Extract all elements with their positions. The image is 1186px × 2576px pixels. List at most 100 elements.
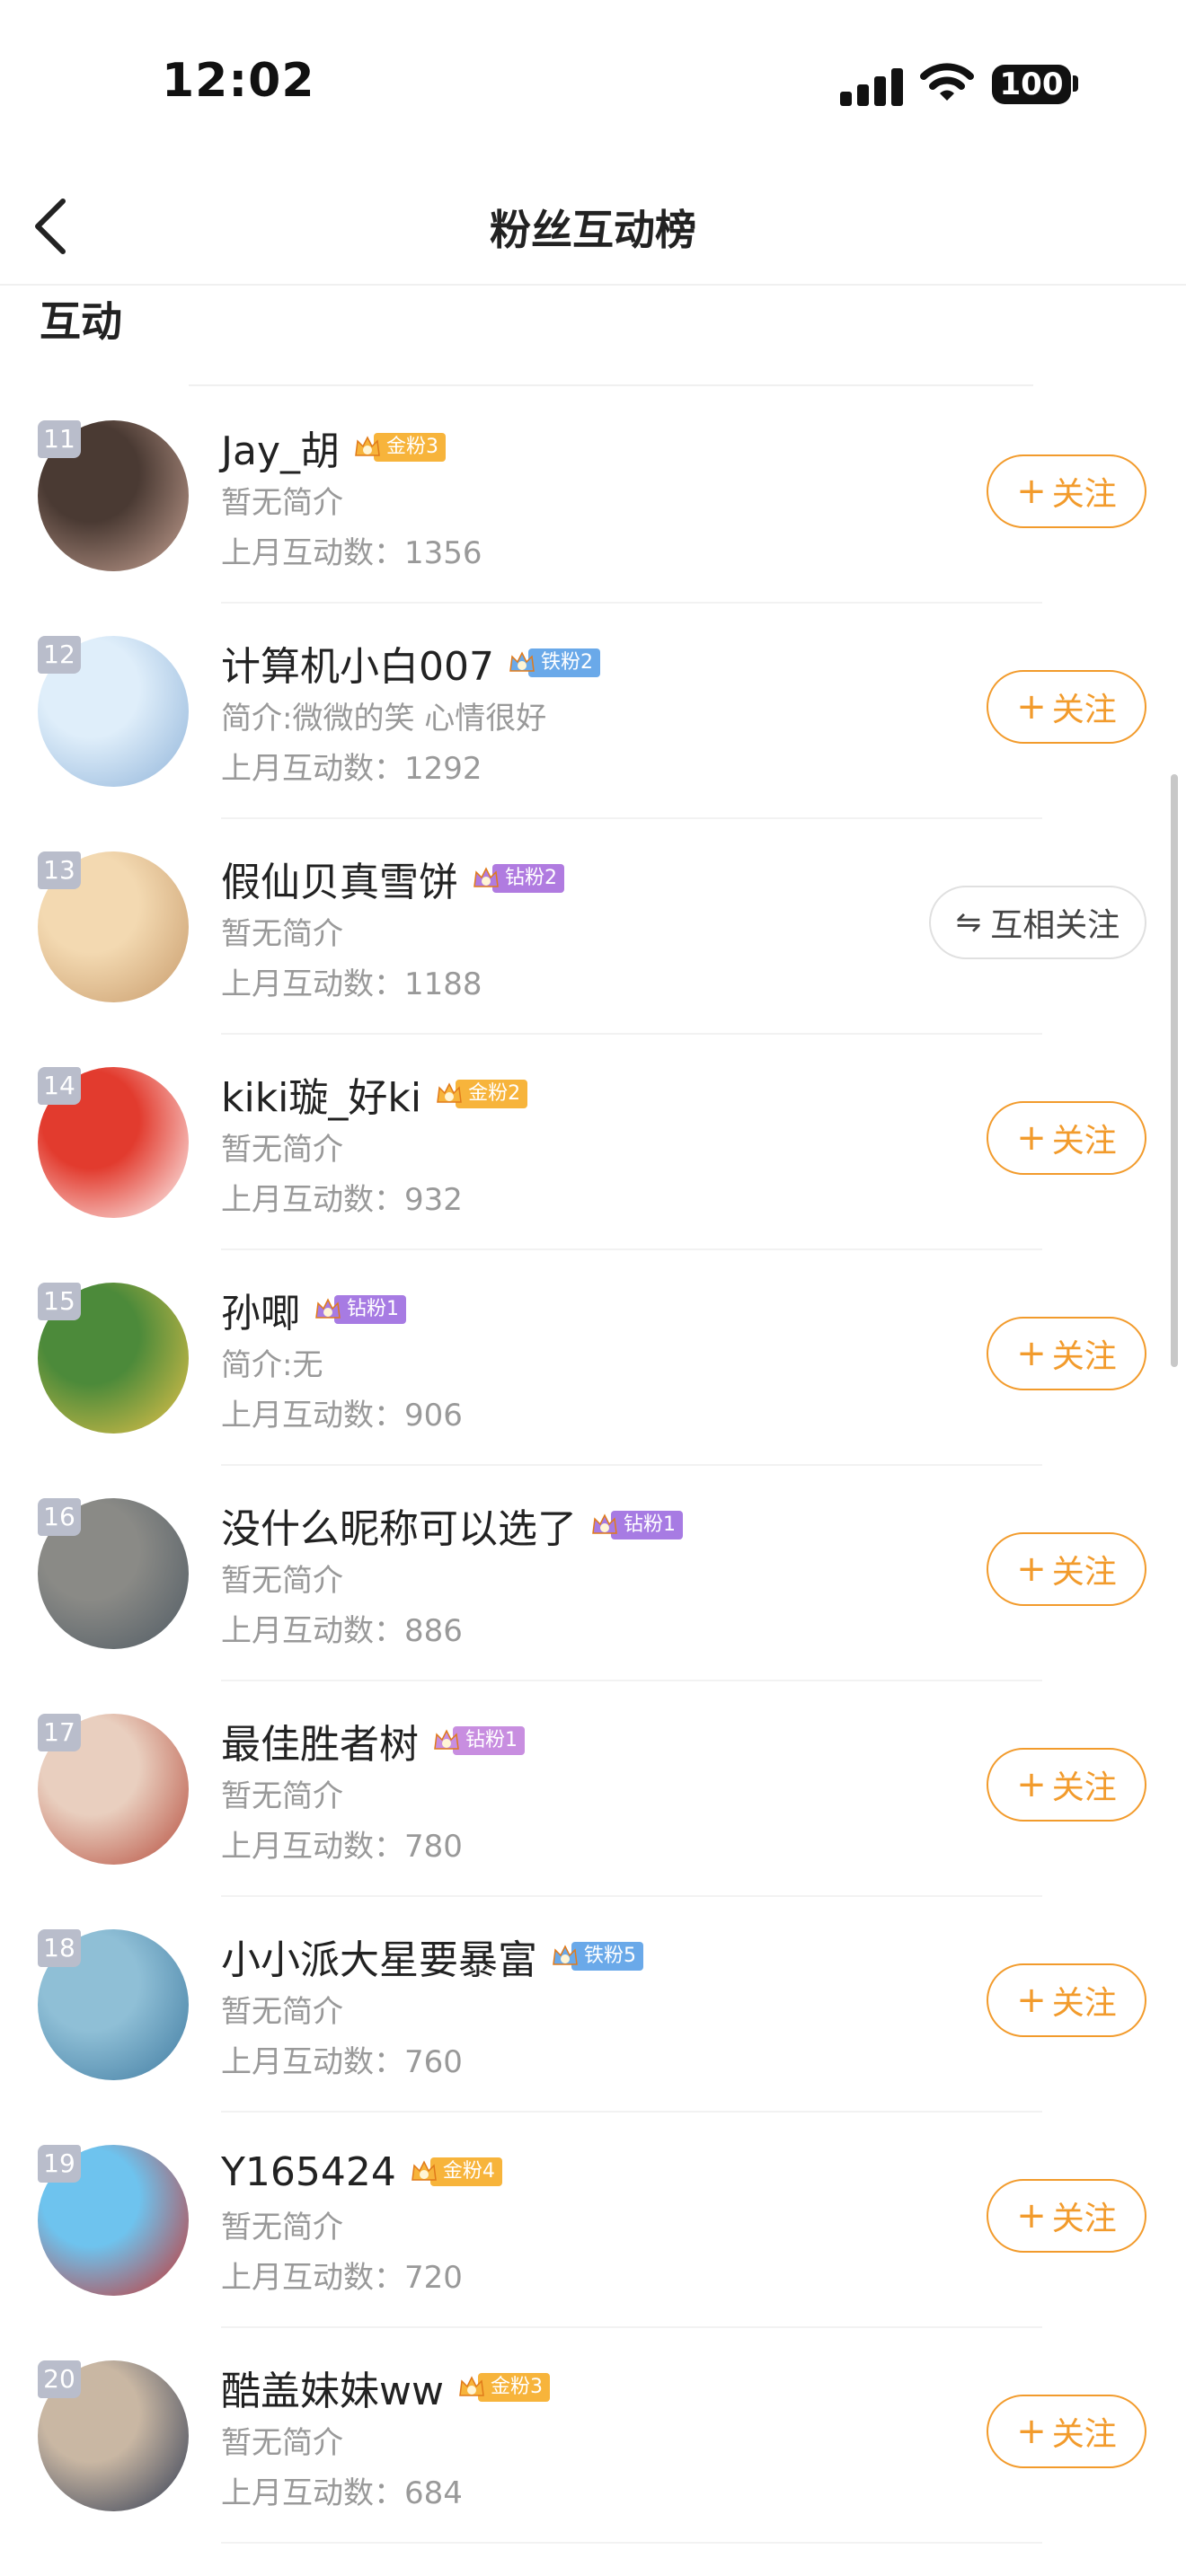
interaction-count: 上月互动数：906: [221, 1398, 463, 1434]
badge-label: 铁粉2: [527, 648, 600, 677]
follow-label: 关注: [1051, 1554, 1117, 1591]
page-title: 粉丝互动榜: [490, 206, 696, 254]
fan-name[interactable]: 假仙贝真雪饼: [221, 850, 458, 907]
fan-bio: 简介:无: [221, 1347, 323, 1383]
follow-label: 关注: [1051, 2201, 1117, 2237]
plus-icon: +: [1016, 1117, 1047, 1159]
fan-badge: 钻粉1: [589, 1507, 683, 1543]
follow-button[interactable]: + 关注: [987, 1532, 1146, 1606]
interaction-count: 上月互动数：1188: [221, 966, 482, 1002]
crown-icon: [437, 1082, 462, 1103]
crown-icon: [509, 651, 535, 672]
follow-button[interactable]: + 关注: [987, 1748, 1146, 1822]
badge-label: 钻粉2: [492, 864, 564, 893]
fan-bio: 暂无简介: [221, 2210, 343, 2245]
interaction-count: 上月互动数：684: [221, 2475, 463, 2511]
fan-bio: 暂无简介: [221, 485, 343, 521]
interaction-count: 上月互动数：1292: [221, 751, 482, 787]
follow-button[interactable]: + 关注: [987, 670, 1146, 744]
fan-name[interactable]: 酷盖妹妹ww: [221, 2359, 444, 2416]
fan-name[interactable]: Jay_胡: [221, 419, 340, 476]
rank-badge: 13: [38, 851, 81, 889]
name-line: Jay_胡 金粉3: [221, 420, 446, 474]
fan-list: 11 Jay_胡 金粉3 暂无简介 上月互动数：1356 + 关注 12 计算机小…: [0, 388, 1186, 2544]
badge-label: 钻粉1: [611, 1511, 683, 1539]
name-line: kiki璇_好ki 金粉2: [221, 1065, 528, 1123]
fan-row[interactable]: 17 最佳胜者树 钻粉1 暂无简介 上月互动数：780 + 关注: [0, 1681, 1186, 1897]
fan-badge: 金粉3: [352, 429, 446, 465]
fan-bio: 暂无简介: [221, 916, 343, 952]
plus-icon: +: [1016, 1980, 1047, 2021]
row-divider: [221, 2542, 1042, 2544]
badge-label: 铁粉5: [571, 1942, 643, 1971]
cellular-signal-icon: [840, 65, 903, 106]
mutual-follow-button[interactable]: ⇋ 互相关注: [929, 886, 1146, 959]
interaction-count: 上月互动数：780: [221, 1829, 463, 1865]
follow-label: 关注: [1051, 692, 1117, 728]
follow-button[interactable]: + 关注: [987, 454, 1146, 528]
plus-icon: +: [1016, 1333, 1047, 1374]
fan-row[interactable]: 16 没什么昵称可以选了 钻粉1 暂无简介 上月互动数：886 + 关注: [0, 1466, 1186, 1681]
fan-name[interactable]: 计算机小白007: [221, 634, 494, 692]
interaction-count: 上月互动数：932: [221, 1182, 463, 1218]
name-line: 最佳胜者树 钻粉1: [221, 1714, 525, 1768]
follow-button[interactable]: + 关注: [987, 1317, 1146, 1390]
plus-icon: +: [1016, 1548, 1047, 1590]
badge-label: 金粉4: [429, 2157, 502, 2186]
badge-label: 金粉3: [373, 433, 446, 462]
fan-badge: 铁粉5: [550, 1938, 643, 1974]
fan-row[interactable]: 18 小小派大星要暴富 铁粉5 暂无简介 上月互动数：760 + 关注: [0, 1897, 1186, 2113]
crown-icon: [474, 867, 499, 887]
fan-name[interactable]: 没什么昵称可以选了: [221, 1496, 577, 1554]
fan-row[interactable]: 15 孙唧 钻粉1 简介:无 上月互动数：906 + 关注: [0, 1250, 1186, 1466]
rank-badge: 16: [38, 1498, 81, 1536]
follow-button[interactable]: + 关注: [987, 1101, 1146, 1175]
fan-name[interactable]: 孙唧: [221, 1281, 300, 1338]
plus-icon: +: [1016, 2411, 1047, 2452]
name-line: 计算机小白007 铁粉2: [221, 636, 600, 690]
follow-label: 关注: [1051, 476, 1117, 513]
fan-row[interactable]: 19 Y165424 金粉4 暂无简介 上月互动数：720 + 关注: [0, 2113, 1186, 2328]
fan-row[interactable]: 20 酷盖妹妹ww 金粉3 暂无简介 上月互动数：684 + 关注: [0, 2328, 1186, 2544]
name-line: 孙唧 钻粉1: [221, 1283, 406, 1337]
interaction-count: 上月互动数：760: [221, 2044, 463, 2080]
fan-badge: 钻粉1: [313, 1292, 406, 1328]
fan-bio: 暂无简介: [221, 2425, 343, 2461]
follow-label: 关注: [1051, 1769, 1117, 1806]
rank-badge: 12: [38, 636, 81, 674]
interaction-count: 上月互动数：720: [221, 2260, 463, 2296]
nav-bar: 粉丝互动榜: [0, 171, 1186, 286]
status-time: 12:02: [162, 54, 315, 108]
swap-icon: ⇋: [955, 904, 982, 940]
name-line: 假仙贝真雪饼 钻粉2: [221, 851, 564, 905]
name-line: 小小派大星要暴富 铁粉5: [221, 1929, 643, 1983]
crown-icon: [459, 2376, 484, 2396]
fan-name[interactable]: Y165424: [221, 2149, 396, 2195]
name-line: 酷盖妹妹ww 金粉3: [221, 2360, 550, 2414]
fan-row[interactable]: 13 假仙贝真雪饼 钻粉2 暂无简介 上月互动数：1188 ⇋ 互相关注: [0, 819, 1186, 1035]
fan-badge: 钻粉2: [471, 860, 564, 896]
rank-badge: 11: [38, 420, 81, 458]
fan-badge: 金粉2: [434, 1076, 528, 1112]
fan-row[interactable]: 14 kiki璇_好ki 金粉2 暂无简介 上月互动数：932 + 关注: [0, 1035, 1186, 1250]
fan-row[interactable]: 11 Jay_胡 金粉3 暂无简介 上月互动数：1356 + 关注: [0, 388, 1186, 604]
fan-bio: 暂无简介: [221, 1778, 343, 1814]
fan-name[interactable]: kiki璇_好ki: [221, 1065, 421, 1123]
battery-icon: 100: [992, 65, 1071, 104]
fan-name[interactable]: 最佳胜者树: [221, 1712, 419, 1769]
follow-button[interactable]: + 关注: [987, 2179, 1146, 2253]
plus-icon: +: [1016, 2195, 1047, 2236]
badge-label: 金粉2: [456, 1080, 528, 1108]
rank-badge: 20: [38, 2360, 81, 2398]
fan-name[interactable]: 小小派大星要暴富: [221, 1928, 537, 1985]
plus-icon: +: [1016, 471, 1047, 512]
follow-button[interactable]: + 关注: [987, 1963, 1146, 2037]
scrollbar[interactable]: [1171, 774, 1178, 1367]
interaction-count: 上月互动数：1356: [221, 535, 482, 571]
wifi-icon: [920, 63, 974, 101]
battery-tip: [1073, 75, 1078, 92]
rank-badge: 17: [38, 1714, 81, 1751]
follow-button[interactable]: + 关注: [987, 2395, 1146, 2468]
crown-icon: [592, 1513, 617, 1534]
fan-row[interactable]: 12 计算机小白007 铁粉2 简介:微微的笑 心情很好 上月互动数：1292 …: [0, 604, 1186, 819]
